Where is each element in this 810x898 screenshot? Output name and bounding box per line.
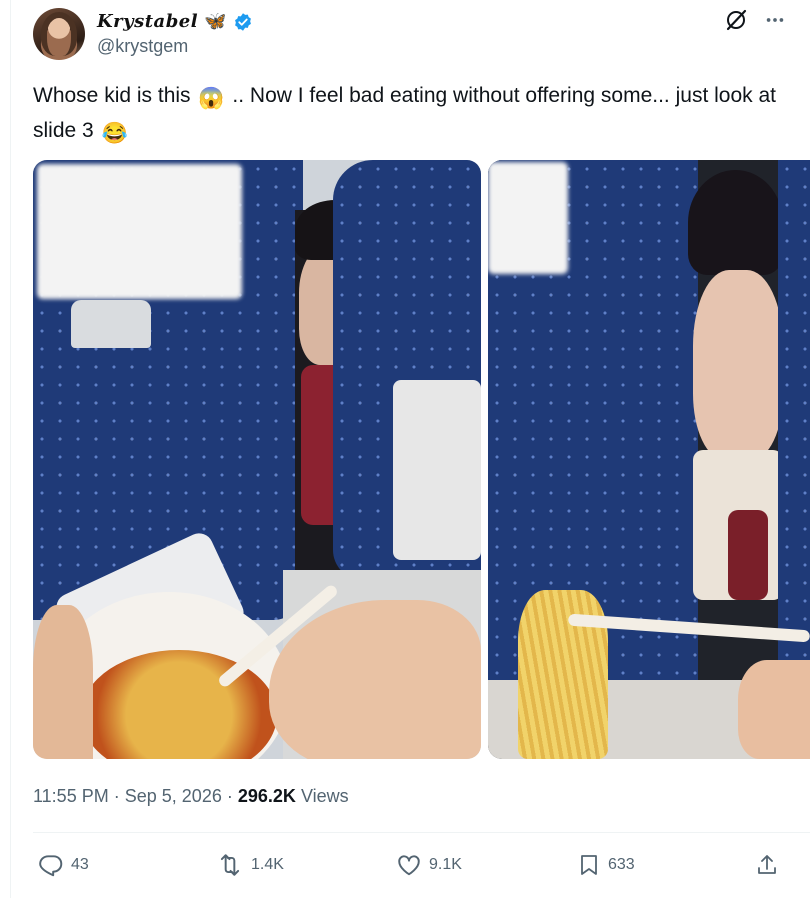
- like-button[interactable]: 9.1K: [396, 846, 462, 884]
- screaming-face-emoji: 😱: [198, 87, 225, 110]
- tweet-top-actions: [724, 8, 786, 32]
- bookmark-count: 633: [608, 856, 635, 873]
- reply-icon: [38, 852, 64, 878]
- author-display-name[interactable]: Krystabel: [97, 11, 198, 32]
- meta-separator-2: ·: [226, 786, 233, 806]
- tweet-text: Whose kid is this 😱 .. Now I feel bad ea…: [33, 80, 793, 150]
- like-count: 9.1K: [429, 856, 462, 873]
- bookmark-button[interactable]: 633: [577, 846, 635, 884]
- tweet-text-part1: Whose kid is this: [33, 84, 191, 107]
- laughing-face-emoji: 😂: [101, 122, 128, 145]
- tweet-card: Krystabel 🦋 @krystgem Whose kid is this …: [0, 0, 810, 898]
- bookmark-icon: [577, 852, 601, 878]
- more-icon[interactable]: [764, 9, 786, 31]
- verified-badge-icon: [233, 12, 253, 32]
- tweet-meta: 11:55 PM · Sep 5, 2026 · 296.2K Views: [33, 786, 349, 807]
- share-icon: [755, 852, 779, 878]
- views-label: Views: [300, 786, 349, 806]
- tweet-media: [33, 160, 810, 759]
- views-count: 296.2K: [237, 786, 296, 806]
- tweet-actions: 43 1.4K 9.1K 633: [33, 846, 793, 884]
- tweet-photo-1[interactable]: [33, 160, 481, 759]
- butterfly-emoji: 🦋: [204, 11, 227, 31]
- reply-button[interactable]: 43: [38, 846, 89, 884]
- avatar[interactable]: [33, 8, 85, 60]
- timeline-border: [10, 0, 11, 898]
- tweet-photo-2[interactable]: [488, 160, 810, 759]
- meta-separator: ·: [113, 786, 120, 806]
- retweet-icon: [216, 852, 244, 878]
- share-button[interactable]: [755, 846, 779, 884]
- retweet-button[interactable]: 1.4K: [216, 846, 284, 884]
- author-handle[interactable]: @krystgem: [97, 36, 188, 57]
- tweet-date[interactable]: Sep 5, 2026: [125, 786, 222, 806]
- retweet-count: 1.4K: [251, 856, 284, 873]
- divider: [33, 832, 810, 833]
- like-icon: [396, 852, 422, 878]
- author-name-row: Krystabel 🦋: [97, 11, 253, 32]
- grok-icon[interactable]: [724, 8, 748, 32]
- reply-count: 43: [71, 856, 89, 873]
- tweet-time[interactable]: 11:55 PM: [33, 786, 109, 806]
